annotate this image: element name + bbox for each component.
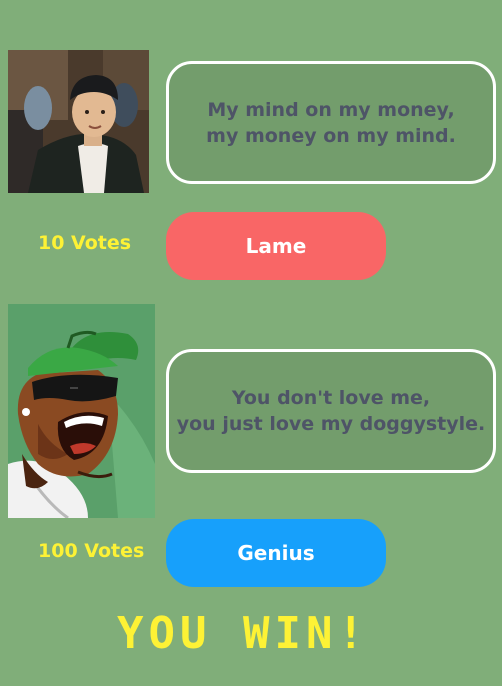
quote-line: my money on my mind. [206, 124, 456, 147]
top-avatar-photo [8, 50, 149, 193]
quote-line: My mind on my money, [207, 98, 455, 121]
quote-line: You don't love me, [231, 387, 431, 409]
bottom-avatar-illustration [8, 304, 155, 518]
lame-button[interactable]: Lame [166, 212, 386, 280]
quote-line: you just love my doggystyle. [176, 413, 486, 435]
genius-button[interactable]: Genius [166, 519, 386, 587]
bottom-vote-count: 100 Votes [38, 540, 145, 562]
top-quote-bubble: My mind on my money, my money on my mind… [166, 61, 496, 184]
bottom-quote-bubble: You don't love me, you just love my dogg… [166, 349, 496, 473]
top-vote-count: 10 Votes [38, 232, 132, 254]
result-banner: YOU WIN! [117, 608, 369, 659]
